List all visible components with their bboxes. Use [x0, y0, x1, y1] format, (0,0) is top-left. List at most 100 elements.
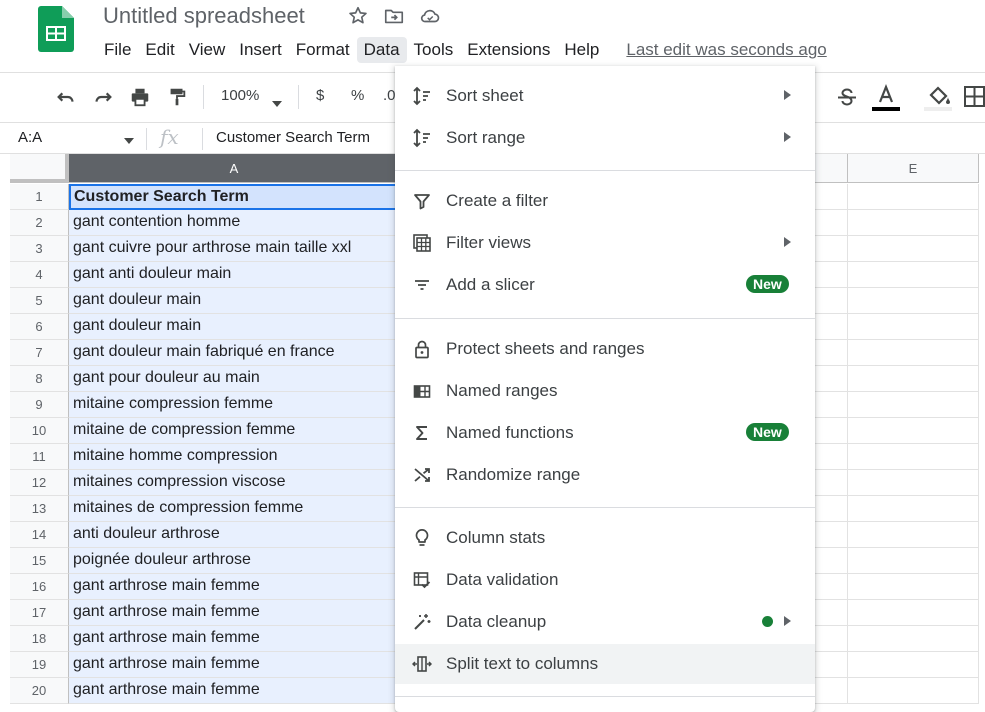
cell[interactable]: gant arthrose main femme — [69, 678, 399, 704]
cell[interactable]: gant arthrose main femme — [69, 600, 399, 626]
menu-tools[interactable]: Tools — [407, 37, 461, 63]
document-title[interactable]: Untitled spreadsheet — [103, 3, 305, 29]
cell[interactable] — [815, 288, 848, 314]
cell[interactable] — [848, 574, 979, 600]
menu-item-data-validation[interactable]: Data validation — [395, 560, 815, 600]
undo-icon[interactable] — [55, 86, 77, 113]
print-icon[interactable] — [129, 86, 151, 113]
menu-item-sort-sheet[interactable]: Sort sheet — [395, 76, 815, 116]
select-all-corner[interactable] — [10, 154, 69, 183]
paint-format-icon[interactable] — [166, 86, 188, 113]
row-header[interactable]: 13 — [10, 496, 69, 522]
cell[interactable] — [815, 600, 848, 626]
cell[interactable] — [848, 496, 979, 522]
cell[interactable] — [848, 626, 979, 652]
move-to-folder-icon[interactable] — [383, 5, 405, 27]
menu-format[interactable]: Format — [289, 37, 357, 63]
row-header[interactable]: 20 — [10, 678, 69, 704]
cell[interactable] — [848, 678, 979, 704]
row-header[interactable]: 18 — [10, 626, 69, 652]
cell[interactable]: gant pour douleur au main — [69, 366, 399, 392]
redo-icon[interactable] — [92, 86, 114, 113]
cell[interactable]: mitaines de compression femme — [69, 496, 399, 522]
cell[interactable]: mitaine homme compression — [69, 444, 399, 470]
cell[interactable] — [815, 418, 848, 444]
row-header[interactable]: 14 — [10, 522, 69, 548]
cell[interactable] — [848, 262, 979, 288]
cell[interactable]: gant arthrose main femme — [69, 574, 399, 600]
menu-data[interactable]: Data — [356, 37, 407, 63]
row-header[interactable]: 16 — [10, 574, 69, 600]
sheets-logo-icon[interactable] — [38, 6, 74, 52]
cell[interactable] — [815, 366, 848, 392]
cell[interactable] — [815, 262, 848, 288]
row-header[interactable]: 8 — [10, 366, 69, 392]
cell[interactable] — [848, 652, 979, 678]
row-header[interactable]: 9 — [10, 392, 69, 418]
cell[interactable] — [848, 366, 979, 392]
column-header-e[interactable]: E — [848, 154, 979, 183]
cell[interactable] — [848, 418, 979, 444]
menu-insert[interactable]: Insert — [232, 37, 289, 63]
column-header-d[interactable] — [815, 154, 848, 183]
menu-item-column-stats[interactable]: Column stats — [395, 518, 815, 558]
menu-extensions[interactable]: Extensions — [460, 37, 557, 63]
cell[interactable]: gant douleur main — [69, 288, 399, 314]
cell[interactable] — [815, 184, 848, 210]
percent-format-button[interactable]: % — [351, 87, 364, 104]
cell[interactable]: gant contention homme — [69, 210, 399, 236]
column-header-a[interactable]: A — [69, 154, 400, 183]
cell[interactable] — [815, 210, 848, 236]
menu-item-named-ranges[interactable]: Named ranges — [395, 371, 815, 411]
menu-edit[interactable]: Edit — [138, 37, 181, 63]
menu-item-randomize-range[interactable]: Randomize range — [395, 455, 815, 495]
cell[interactable] — [815, 392, 848, 418]
cell[interactable] — [815, 522, 848, 548]
cell[interactable]: gant cuivre pour arthrose main taille xx… — [69, 236, 399, 262]
formula-input[interactable]: Customer Search Term — [216, 129, 370, 146]
cell[interactable] — [848, 470, 979, 496]
chevron-down-icon[interactable] — [272, 94, 282, 112]
row-header[interactable]: 5 — [10, 288, 69, 314]
borders-icon[interactable] — [964, 86, 985, 112]
decimal-format-button[interactable]: .0 — [383, 87, 396, 104]
cell[interactable] — [815, 496, 848, 522]
cloud-status-icon[interactable] — [419, 5, 441, 27]
menu-item-sort-range[interactable]: Sort range — [395, 118, 815, 158]
row-header[interactable]: 7 — [10, 340, 69, 366]
currency-format-button[interactable]: $ — [316, 87, 324, 104]
header-cell[interactable]: Customer Search Term — [69, 184, 399, 210]
cell[interactable]: poignée douleur arthrose — [69, 548, 399, 574]
row-header[interactable]: 15 — [10, 548, 69, 574]
cell[interactable] — [815, 470, 848, 496]
menu-help[interactable]: Help — [557, 37, 606, 63]
menu-item-protect-sheets[interactable]: Protect sheets and ranges — [395, 329, 815, 369]
chevron-down-icon[interactable] — [124, 131, 134, 149]
row-header[interactable]: 3 — [10, 236, 69, 262]
cell[interactable] — [848, 548, 979, 574]
cell[interactable]: mitaines compression viscose — [69, 470, 399, 496]
last-edit-link[interactable]: Last edit was seconds ago — [626, 40, 826, 60]
cell[interactable] — [815, 626, 848, 652]
cell[interactable]: mitaine de compression femme — [69, 418, 399, 444]
cell[interactable]: gant arthrose main femme — [69, 626, 399, 652]
menu-item-split-text[interactable]: Split text to columns — [395, 644, 815, 684]
row-header[interactable]: 11 — [10, 444, 69, 470]
cell[interactable]: gant douleur main — [69, 314, 399, 340]
menu-item-named-functions[interactable]: Named functions New — [395, 413, 815, 453]
menu-item-data-cleanup[interactable]: Data cleanup — [395, 602, 815, 642]
cell[interactable] — [848, 392, 979, 418]
menu-item-add-slicer[interactable]: Add a slicer New — [395, 265, 815, 305]
row-header[interactable]: 17 — [10, 600, 69, 626]
cell[interactable] — [848, 288, 979, 314]
menu-file[interactable]: File — [97, 37, 138, 63]
row-header[interactable]: 19 — [10, 652, 69, 678]
menu-item-create-filter[interactable]: Create a filter — [395, 181, 815, 221]
strikethrough-icon[interactable] — [837, 86, 857, 113]
row-header[interactable]: 12 — [10, 470, 69, 496]
cell[interactable] — [815, 548, 848, 574]
row-header[interactable]: 10 — [10, 418, 69, 444]
cell[interactable]: mitaine compression femme — [69, 392, 399, 418]
cell[interactable] — [815, 340, 848, 366]
name-box[interactable]: A:A — [18, 129, 42, 146]
